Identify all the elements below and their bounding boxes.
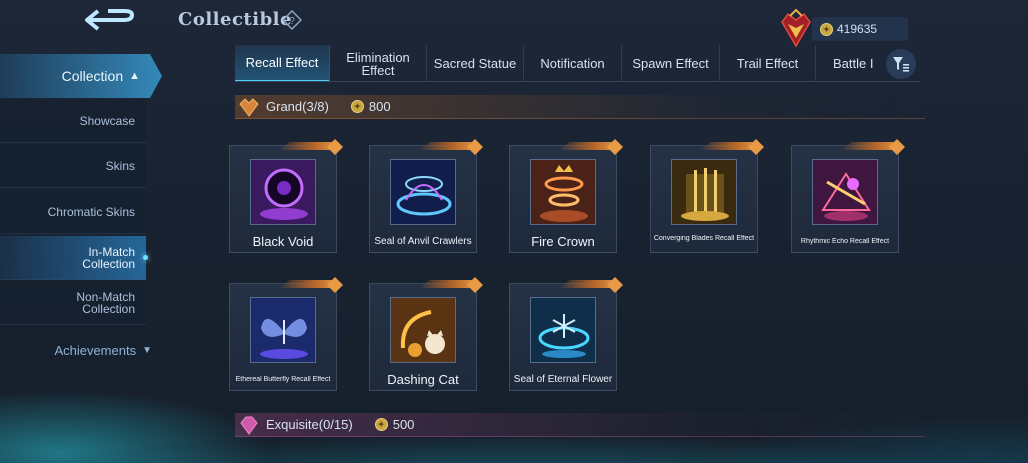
collectible-card-seal-of-anvil-crawlers[interactable]: Seal of Anvil Crawlers bbox=[369, 139, 483, 253]
chevron-down-icon: ▼ bbox=[142, 344, 152, 356]
achievements-label: Achievements bbox=[54, 342, 137, 358]
grand-section-label: Grand(3/8) bbox=[266, 99, 329, 114]
sidebar-item-skins[interactable]: Skins bbox=[0, 144, 146, 188]
corner-ornament-icon bbox=[748, 139, 764, 155]
card-label: Converging Blades Recall Effect bbox=[653, 235, 755, 242]
card-label: Ethereal Butterfly Recall Effect bbox=[235, 376, 331, 383]
sidebar-item-chromatic-skins[interactable]: Chromatic Skins bbox=[0, 190, 146, 234]
sidebar-item-in-match-collection[interactable]: In-Match Collection bbox=[0, 236, 148, 280]
exquisite-section-header: Exquisite(0/15) ✦ 500 bbox=[235, 413, 925, 437]
corner-ornament-icon bbox=[889, 139, 905, 155]
grand-price: ✦ 800 bbox=[350, 99, 391, 114]
ethereal-butterfly-art bbox=[251, 298, 315, 362]
sidebar-item-label: Skins bbox=[105, 158, 135, 173]
corner-ornament-icon bbox=[607, 139, 623, 155]
converging-blades-art bbox=[672, 160, 736, 224]
help-icon[interactable]: ? bbox=[282, 10, 302, 30]
tab-bar: Recall Effect Elimination Effect Sacred S… bbox=[235, 45, 920, 82]
filter-button[interactable] bbox=[886, 49, 916, 79]
card-label: Rhythmic Echo Recall Effect bbox=[800, 238, 890, 245]
tab-recall-effect[interactable]: Recall Effect bbox=[235, 45, 330, 81]
tab-label: Trail Effect bbox=[736, 56, 799, 71]
currency-value: 419635 bbox=[837, 22, 878, 36]
corner-ornament-icon bbox=[327, 277, 343, 293]
label-line: Collection bbox=[82, 256, 135, 271]
seal-of-anvil-crawlers-art bbox=[391, 160, 455, 224]
card-label: Dashing Cat bbox=[387, 372, 459, 387]
card-label: Seal of Eternal Flower bbox=[513, 374, 613, 385]
back-arrow-icon bbox=[85, 9, 135, 31]
ethereal-butterfly-thumbnail bbox=[250, 297, 316, 363]
sidebar-item-label: Chromatic Skins bbox=[47, 204, 135, 219]
sidebar-item-non-match-collection[interactable]: Non-Match Collection bbox=[0, 281, 146, 325]
card-label: Black Void bbox=[252, 234, 314, 249]
collectible-card-rhythmic-echo[interactable]: Rhythmic Echo Recall Effect bbox=[791, 139, 905, 253]
tab-spawn-effect[interactable]: Spawn Effect bbox=[622, 45, 720, 81]
coin-icon: ✦ bbox=[374, 418, 388, 431]
sidebar-item-label: Showcase bbox=[79, 113, 135, 128]
seal-of-eternal-flower-art bbox=[531, 298, 595, 362]
black-void-thumbnail bbox=[250, 159, 316, 225]
tab-notification[interactable]: Notification bbox=[524, 45, 622, 81]
tab-label: Elimination Effect bbox=[346, 51, 410, 77]
grand-tier-icon bbox=[239, 97, 259, 117]
exquisite-section-label: Exquisite(0/15) bbox=[266, 417, 353, 432]
collectible-card-dashing-cat[interactable]: Dashing Cat bbox=[369, 277, 483, 391]
collectible-card-fire-crown[interactable]: Fire Crown bbox=[509, 139, 623, 253]
sidebar-item-label: In-Match Collection bbox=[82, 246, 135, 270]
sidebar-collection-label: Collection bbox=[61, 68, 124, 84]
sidebar: Collection ▲ Showcase Skins Chromatic Sk… bbox=[0, 38, 166, 368]
svg-text:?: ? bbox=[289, 16, 295, 27]
exquisite-price-value: 500 bbox=[392, 417, 415, 432]
card-label: Fire Crown bbox=[531, 234, 595, 249]
corner-ornament-icon bbox=[467, 277, 483, 293]
sidebar-collection[interactable]: Collection ▲ bbox=[0, 54, 162, 98]
converging-blades-thumbnail bbox=[671, 159, 737, 225]
exquisite-tier-icon bbox=[240, 416, 258, 435]
tab-sacred-statue[interactable]: Sacred Statue bbox=[427, 45, 524, 81]
back-button[interactable] bbox=[70, 4, 150, 36]
card-label: Seal of Anvil Crawlers bbox=[374, 236, 472, 247]
collectible-card-ethereal-butterfly[interactable]: Ethereal Butterfly Recall Effect bbox=[229, 277, 343, 391]
seal-of-eternal-flower-thumbnail bbox=[530, 297, 596, 363]
tab-label: Notification bbox=[540, 56, 605, 71]
page-title: Collectible bbox=[178, 9, 292, 30]
exquisite-price: ✦ 500 bbox=[374, 417, 415, 432]
sidebar-item-label: Non-Match Collection bbox=[76, 291, 135, 315]
sidebar-achievements[interactable]: Achievements ▼ bbox=[0, 337, 152, 363]
chevron-up-icon: ▲ bbox=[129, 70, 140, 82]
tab-label: Recall Effect bbox=[245, 55, 319, 70]
sidebar-item-showcase[interactable]: Showcase bbox=[0, 99, 146, 143]
coin-icon: ✦ bbox=[350, 100, 364, 113]
rhythmic-echo-thumbnail bbox=[812, 159, 878, 225]
grand-section-header: Grand(3/8) ✦ 800 bbox=[235, 95, 925, 119]
coin-icon: ✦ bbox=[820, 22, 833, 36]
fire-crown-art bbox=[531, 160, 595, 224]
currency-display: ✦ 419635 bbox=[812, 17, 908, 41]
grand-price-value: 800 bbox=[368, 99, 391, 114]
dashing-cat-thumbnail bbox=[390, 297, 456, 363]
rhythmic-echo-art bbox=[813, 160, 877, 224]
corner-ornament-icon bbox=[467, 139, 483, 155]
label-line: Collection bbox=[82, 301, 135, 316]
filter-icon bbox=[893, 57, 909, 72]
black-void-art bbox=[251, 160, 315, 224]
seal-of-anvil-crawlers-thumbnail bbox=[390, 159, 456, 225]
tab-label: Sacred Statue bbox=[433, 56, 517, 71]
label-line: Effect bbox=[361, 62, 395, 78]
collectible-card-converging-blades[interactable]: Converging Blades Recall Effect bbox=[650, 139, 764, 253]
tab-elimination-effect[interactable]: Elimination Effect bbox=[330, 45, 427, 81]
corner-ornament-icon bbox=[607, 277, 623, 293]
tab-label: Battle I bbox=[833, 56, 874, 71]
rank-emblem-icon[interactable] bbox=[776, 8, 816, 48]
tab-trail-effect[interactable]: Trail Effect bbox=[720, 45, 816, 81]
tab-label: Spawn Effect bbox=[632, 56, 709, 71]
collectible-card-black-void[interactable]: Black Void bbox=[229, 139, 343, 253]
corner-ornament-icon bbox=[327, 139, 343, 155]
dashing-cat-art bbox=[391, 298, 455, 362]
fire-crown-thumbnail bbox=[530, 159, 596, 225]
collectible-card-seal-of-eternal-flower[interactable]: Seal of Eternal Flower bbox=[509, 277, 623, 391]
